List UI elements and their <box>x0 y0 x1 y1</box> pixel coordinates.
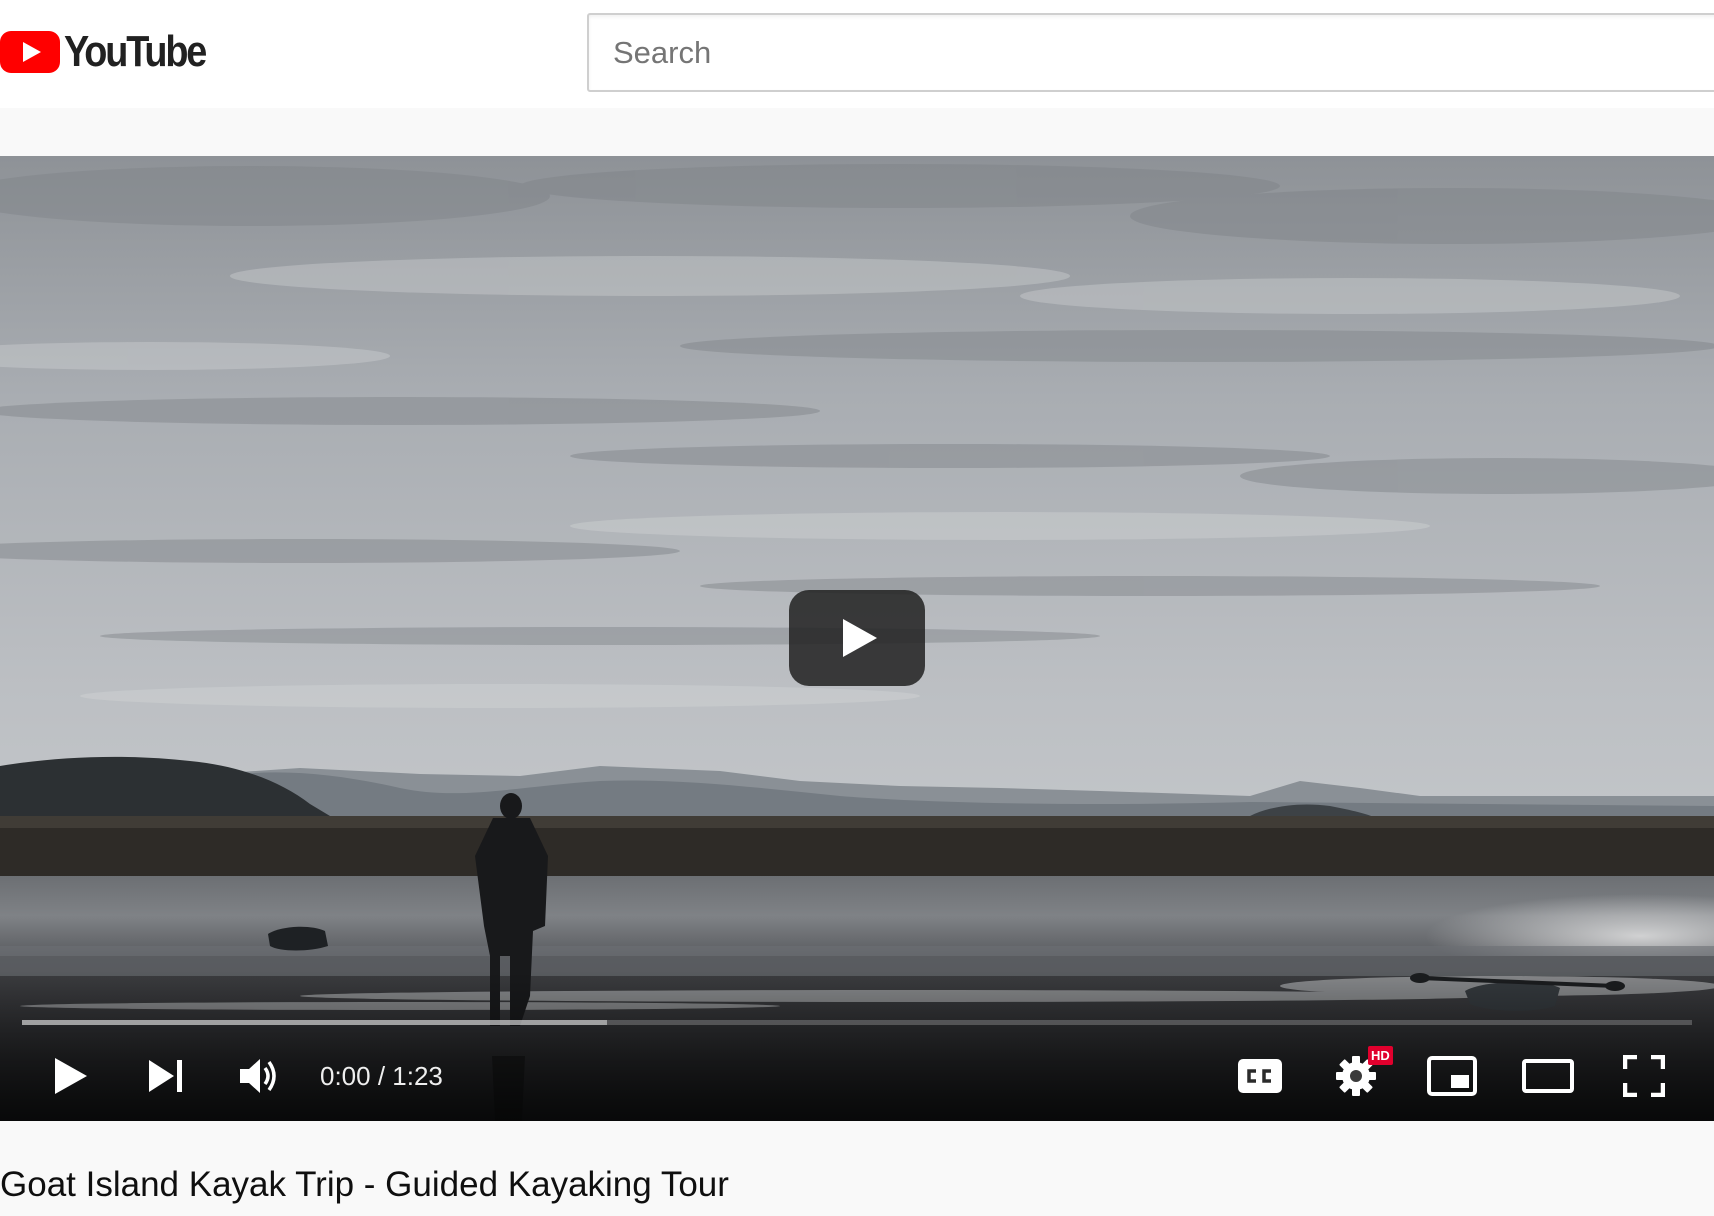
search-box[interactable] <box>587 13 1714 92</box>
large-play-button[interactable] <box>789 590 925 686</box>
progress-bar[interactable] <box>22 1020 1692 1025</box>
logo-wordmark: YouTube <box>64 27 207 76</box>
mute-button[interactable] <box>238 1056 280 1096</box>
theater-mode-icon <box>1522 1059 1574 1093</box>
fullscreen-icon <box>1623 1055 1665 1097</box>
play-icon <box>55 1058 87 1094</box>
closed-captions-icon <box>1238 1059 1282 1093</box>
hd-badge: HD <box>1368 1046 1393 1065</box>
miniplayer-button[interactable] <box>1427 1056 1477 1096</box>
miniplayer-icon <box>1427 1056 1477 1096</box>
masthead: YouTube <box>0 0 1714 108</box>
captions-button[interactable] <box>1237 1058 1283 1094</box>
video-title: Goat Island Kayak Trip - Guided Kayaking… <box>0 1165 729 1204</box>
youtube-logo[interactable]: YouTube <box>0 28 228 76</box>
next-button[interactable] <box>146 1058 186 1094</box>
large-play-icon <box>789 590 925 686</box>
skip-next-icon <box>149 1060 182 1092</box>
fullscreen-button[interactable] <box>1623 1055 1665 1097</box>
play-button[interactable] <box>50 1054 90 1098</box>
progress-buffered <box>22 1020 607 1025</box>
time-display: 0:00 / 1:23 <box>320 1061 443 1091</box>
theater-mode-button[interactable] <box>1522 1059 1574 1093</box>
video-player[interactable]: 0:00 / 1:23 HD <box>0 156 1714 1121</box>
search-input[interactable] <box>589 15 1714 90</box>
volume-icon <box>240 1059 276 1093</box>
youtube-play-logo-icon <box>0 31 60 73</box>
